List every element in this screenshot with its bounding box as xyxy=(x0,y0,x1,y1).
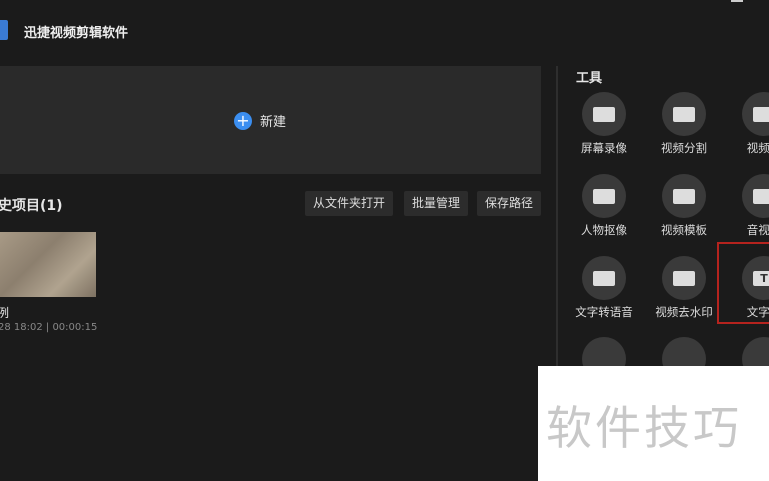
new-project-button[interactable]: + 新建 xyxy=(234,111,286,130)
minimize-button[interactable] xyxy=(731,0,743,2)
audio-video-icon xyxy=(742,174,769,218)
tool-video-split[interactable]: 视频分割 xyxy=(644,92,724,156)
person-cutout-icon xyxy=(582,174,626,218)
tool-label: 人物抠像 xyxy=(581,223,627,237)
tool-label: 视频模板 xyxy=(661,223,707,237)
tool-video-template[interactable]: 视频模板 xyxy=(644,174,724,238)
tool-label: 音视频 xyxy=(746,223,769,237)
tool-video-merge[interactable]: 视频合 xyxy=(724,92,769,156)
text-to-speech-icon xyxy=(582,256,626,300)
plus-icon: + xyxy=(234,111,252,130)
tool-label: 视频去水印 xyxy=(655,305,713,319)
project-thumbnail[interactable] xyxy=(0,232,96,297)
app-title: 迅捷视频剪辑软件 xyxy=(24,26,129,41)
tools-title: 工具 xyxy=(576,71,603,86)
video-split-icon xyxy=(662,92,706,136)
history-title: 史项目(1) xyxy=(0,198,63,214)
tool-screen-record[interactable]: 屏幕录像 xyxy=(564,92,644,156)
tool-label: 视频合 xyxy=(746,141,769,155)
tool-text-to-speech[interactable]: 文字转语音 xyxy=(564,256,644,320)
tool-person-cutout[interactable]: 人物抠像 xyxy=(564,174,644,238)
screen-record-icon xyxy=(582,92,626,136)
new-label: 新建 xyxy=(260,115,287,130)
open-from-folder-button[interactable]: 从文件夹打开 xyxy=(305,191,394,216)
divider xyxy=(556,66,558,366)
tool-label: 文字转语音 xyxy=(575,305,633,319)
tool-label: 屏幕录像 xyxy=(581,141,627,155)
project-name: 例 xyxy=(0,306,10,320)
watermark-text: 软件技巧 xyxy=(546,401,742,455)
tool-label: 视频分割 xyxy=(661,141,707,155)
highlight-box xyxy=(717,242,769,324)
batch-manage-button[interactable]: 批量管理 xyxy=(404,191,469,216)
tool-audio-video[interactable]: 音视频 xyxy=(724,174,769,238)
video-merge-icon xyxy=(742,92,769,136)
video-template-icon xyxy=(662,174,706,218)
remove-watermark-icon xyxy=(662,256,706,300)
save-path-button[interactable]: 保存路径 xyxy=(477,191,542,216)
project-meta: 28 18:02 | 00:00:15 xyxy=(0,322,98,333)
tool-remove-watermark[interactable]: 视频去水印 xyxy=(644,256,724,320)
app-logo-icon xyxy=(0,20,8,40)
